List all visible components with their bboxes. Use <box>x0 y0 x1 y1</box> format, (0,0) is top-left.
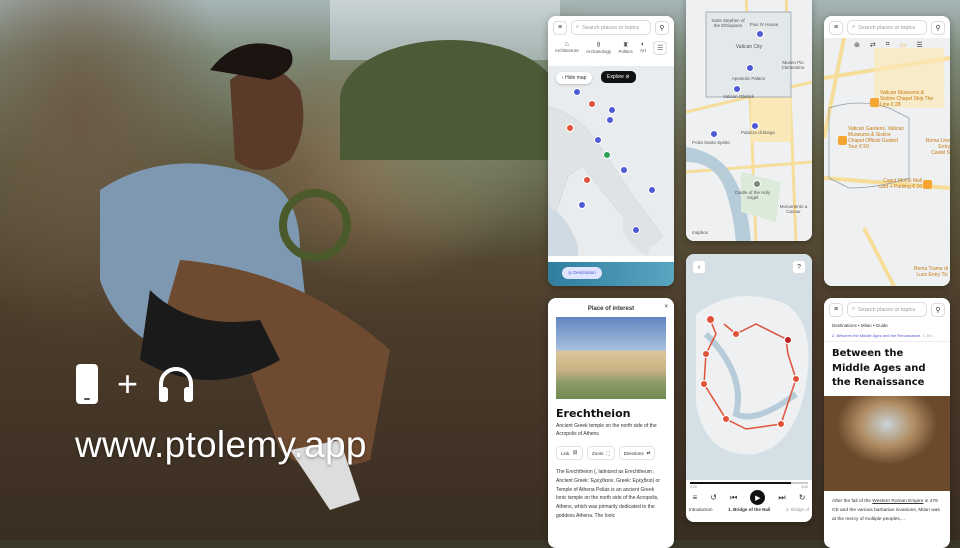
menu-icon[interactable]: ≡ <box>829 20 843 35</box>
place-subtitle: Ancient Greek temple on the north side o… <box>556 423 657 437</box>
search-bar: ≡ ⌕ Search places or topics ⚲ <box>824 298 950 321</box>
category-archaeology[interactable]: ⚱ Archaeology <box>586 41 611 55</box>
link-icon: ⛓ <box>572 450 578 455</box>
place-title: Erechtheion <box>556 407 631 420</box>
phone-europe-map: ≡ ⌕ Search places or topics ⚲ ⌂ Architectu… <box>548 16 674 286</box>
swap-icon: ⇄ <box>869 42 876 49</box>
plus-icon: + <box>117 363 139 404</box>
search-icon: ⌕ <box>852 24 856 30</box>
map-venice[interactable] <box>686 254 812 480</box>
map-vatican[interactable]: Saint Stephen of the Ethiopians Pius IV … <box>686 0 812 241</box>
search-input[interactable]: ⌕ Search places or topics <box>847 302 927 317</box>
search-bar: ≡ ⌕ Search places or topics ⚲ <box>548 16 674 39</box>
filter-icon[interactable]: ☰ <box>653 41 668 55</box>
explore-button[interactable]: Explore ⊘ <box>601 71 636 83</box>
phone-venice-tour: ‹ ? 0:00 5:42 ≡ ↺ ⏮ ▶ ⏭ ↻ Introduction 1. Br… <box>686 254 812 522</box>
erechtheion-photo <box>556 317 666 399</box>
guide-body: After the fall of the Western Roman Empi… <box>832 498 940 522</box>
stop-marker <box>706 315 715 324</box>
map-rome[interactable]: ⊛ ⇄ ⌗ ▭ ☰ Vatican Museums & Sistine Chapel S… <box>824 38 950 286</box>
menu-icon[interactable]: ≡ <box>829 302 843 317</box>
bottom-sheet[interactable]: ◎ Destination <box>548 256 674 286</box>
track-current[interactable]: 1. Bridge of the Nail <box>728 507 770 512</box>
breadcrumb: Destinations • Milan • Guide <box>832 323 888 328</box>
previous-icon[interactable]: ⏮ <box>730 493 737 503</box>
directions-button[interactable]: Directions ⇄ <box>618 446 656 460</box>
phone-milan-guide: ≡ ⌕ Search places or topics ⚲ Destination… <box>824 298 950 548</box>
chapter-tabs: 2. Between the Middle Ages and the Renai… <box>824 330 950 342</box>
category-art[interactable]: ◐ Art <box>640 41 646 55</box>
website-url[interactable]: www.ptolemy.app <box>75 424 367 466</box>
play-button[interactable]: ▶ <box>750 490 766 505</box>
route-icon[interactable]: ⚲ <box>931 20 945 35</box>
layer-icon: ⊛ <box>854 42 860 49</box>
wiki-link[interactable]: Western Roman Empire <box>872 499 923 504</box>
category-architecture[interactable]: ⌂ Architecture <box>555 41 579 55</box>
playlist-icon[interactable]: ≡ <box>693 493 698 502</box>
back-button[interactable]: ‹ <box>692 260 706 274</box>
category-politics[interactable]: ♜ Politics <box>618 41 632 55</box>
crop-icon: ⌗ <box>885 41 890 48</box>
school-of-athens-image <box>824 395 950 491</box>
link-button[interactable]: Link ⛓ <box>556 446 583 460</box>
search-input[interactable]: ⌕ Search places or topics <box>847 20 927 35</box>
promo: + www.ptolemy.app <box>75 362 367 466</box>
destination-chip[interactable]: ◎ Destination <box>562 267 602 279</box>
next-icon[interactable]: ⏭ <box>778 493 785 503</box>
map-europe[interactable] <box>548 66 674 264</box>
close-icon[interactable]: × <box>664 304 668 310</box>
panel-title: Place of interest <box>587 306 635 312</box>
progress-bar[interactable] <box>690 482 808 484</box>
track-next[interactable]: 2. Bridge of <box>786 507 809 512</box>
guide-title: Between the Middle Ages and the Renaissa… <box>832 348 926 388</box>
route-icon[interactable]: ⚲ <box>931 302 945 317</box>
rewind-icon[interactable]: ↺ <box>710 493 717 502</box>
route-icon[interactable]: ⚲ <box>655 20 669 35</box>
search-input[interactable]: ⌕ Search places or topics <box>571 20 651 35</box>
phone-rome-map: ≡ ⌕ Search places or topics ⚲ ⊛ ⇄ ⌗ ▭ ☰ Vatic… <box>824 16 950 286</box>
search-icon: ⌕ <box>852 306 856 312</box>
help-button[interactable]: ? <box>792 260 806 274</box>
headphones-icon <box>159 367 194 402</box>
mapbox-logo: mapbox <box>692 230 709 235</box>
chapter-current[interactable]: 2. Between the Middle Ages and the Renai… <box>832 333 920 338</box>
place-description: The Erechtheion (, latinized as Erechthe… <box>556 469 660 519</box>
hide-map-button[interactable]: ‹ Hide map <box>556 72 593 84</box>
menu-icon[interactable]: ≡ <box>553 20 567 35</box>
phone-place-of-interest: Place of interest × Erechtheion Ancient … <box>548 298 674 548</box>
category-bar: ⌂ Architecture ⚱ Archaeology ♜ Politics ◐ Ar… <box>548 39 674 57</box>
phone-vatican-map: Saint Stephen of the Ethiopians Pius IV … <box>686 0 812 241</box>
smartphone-icon <box>76 364 98 404</box>
zoom-icon: ⛶ <box>606 450 610 456</box>
ticket-icon: ▭ <box>899 42 907 49</box>
track-previous[interactable]: Introduction <box>689 507 713 512</box>
search-bar: ≡ ⌕ Search places or topics ⚲ <box>824 16 950 39</box>
audio-player: 0:00 5:42 ≡ ↺ ⏮ ▶ ⏭ ↻ Introduction 1. Bridge… <box>686 480 812 522</box>
list-icon: ☰ <box>916 42 923 49</box>
directions-icon: ⇄ <box>646 450 651 455</box>
search-icon: ⌕ <box>576 24 580 30</box>
zoom-button[interactable]: Zoom ⛶ <box>586 446 615 460</box>
forward-icon[interactable]: ↻ <box>799 493 806 502</box>
